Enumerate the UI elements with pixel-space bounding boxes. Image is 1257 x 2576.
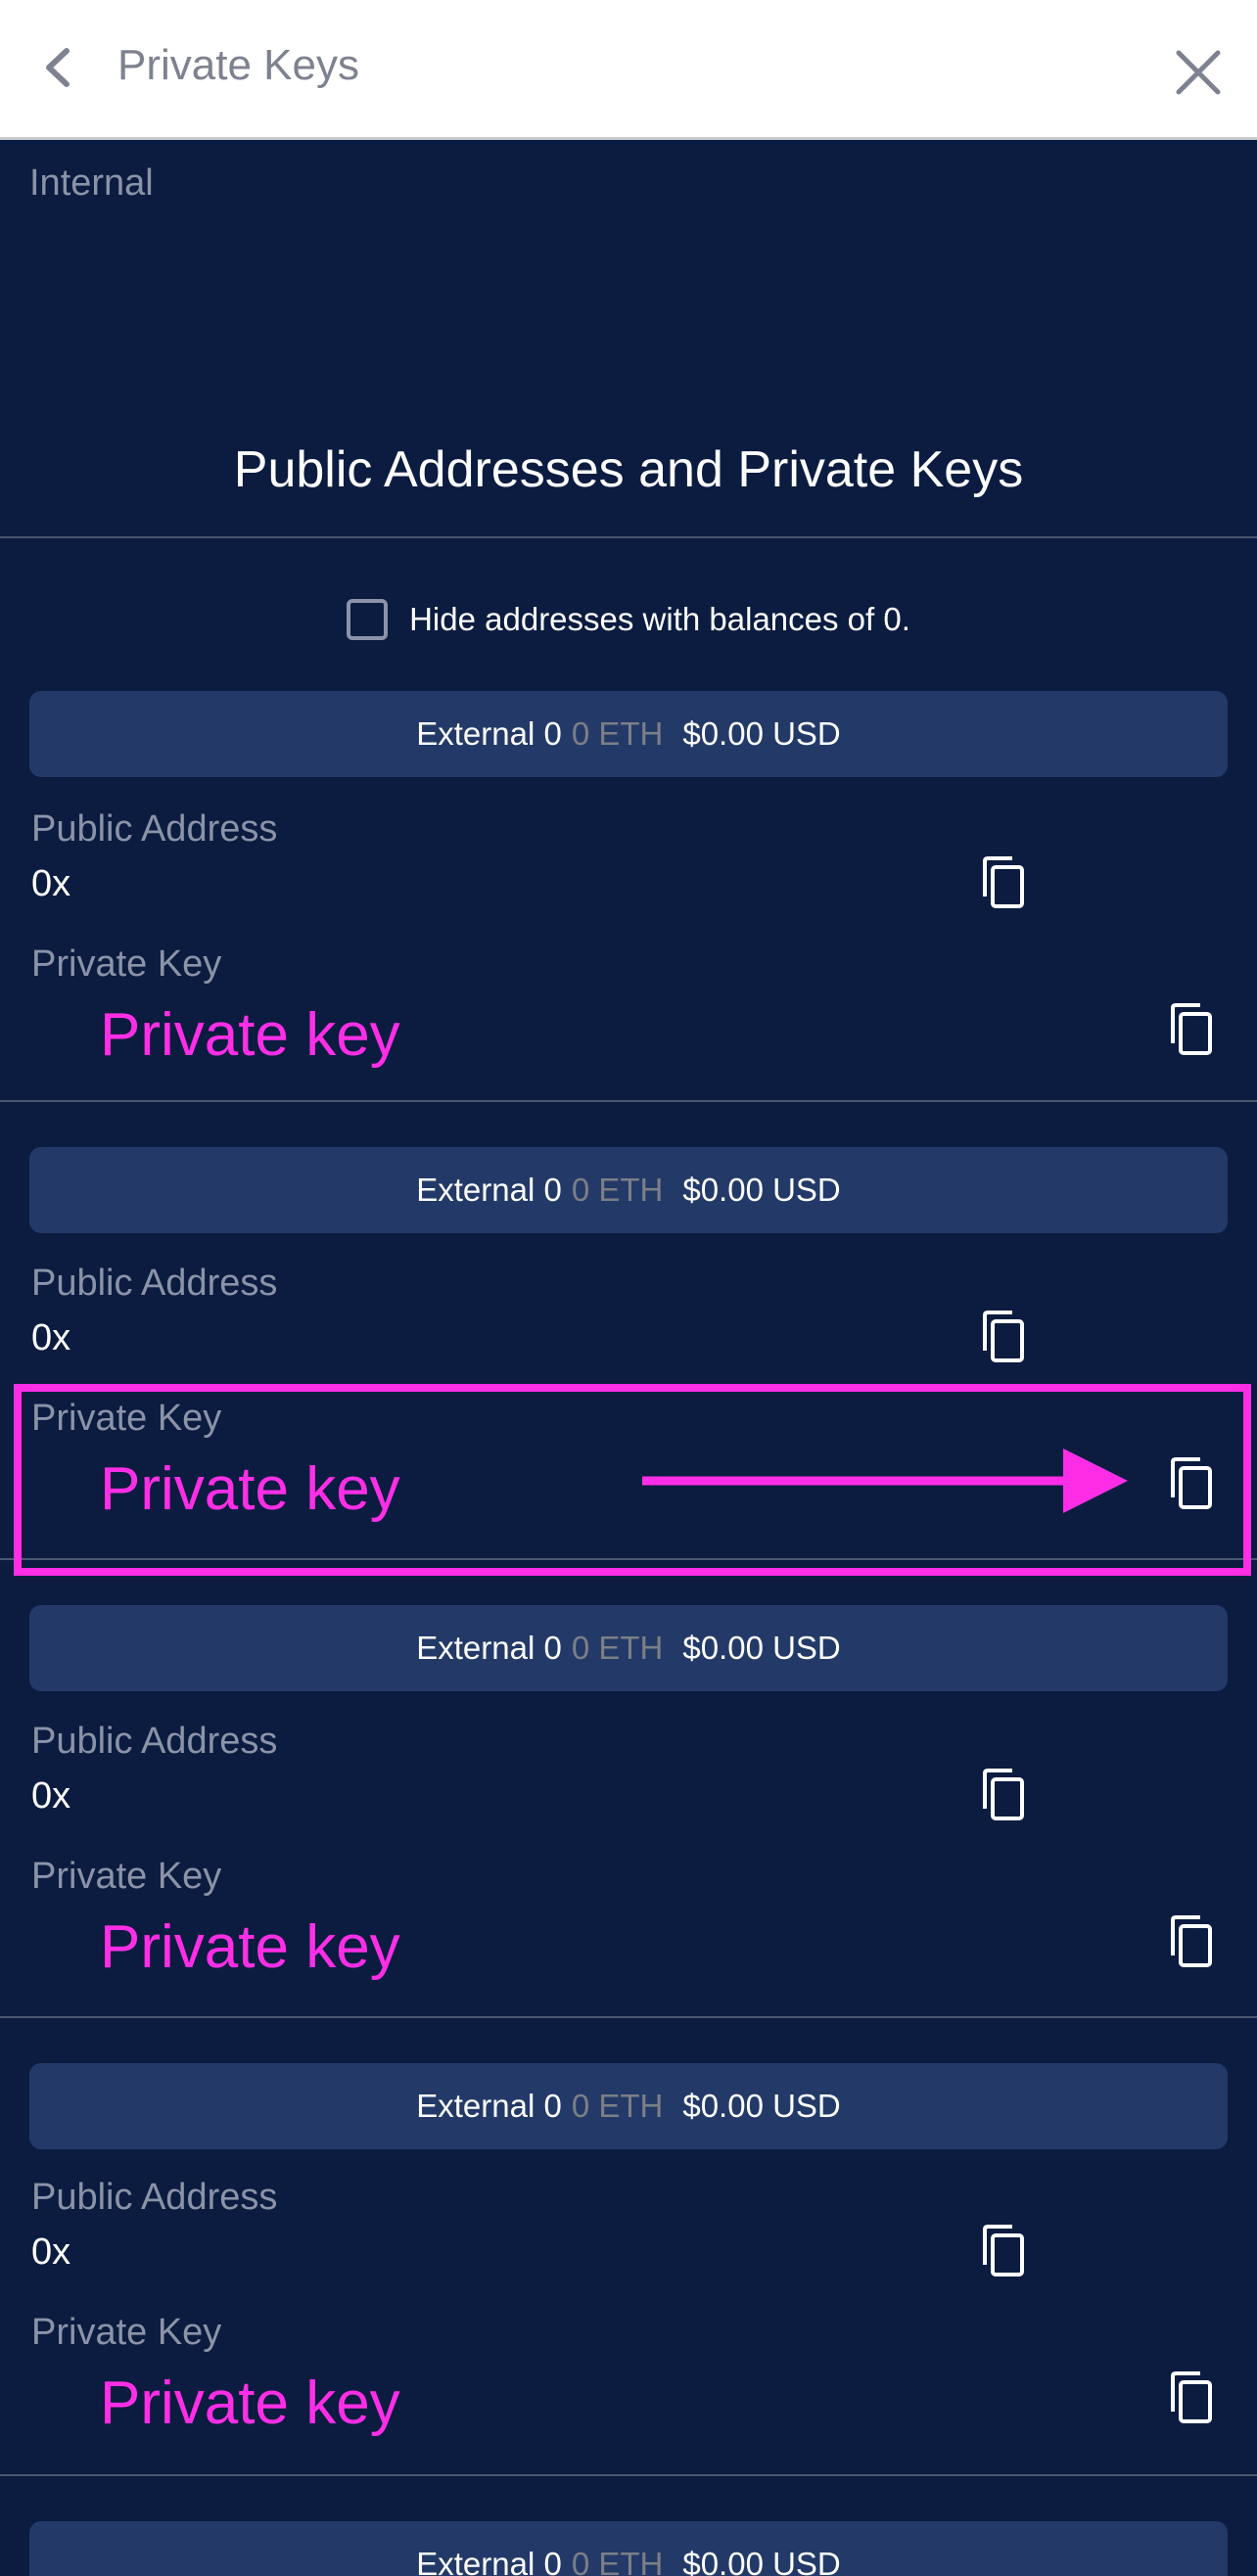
eth-balance: 0 ETH <box>571 1172 664 1208</box>
usd-balance: $0.00 USD <box>682 1630 841 1666</box>
usd-balance: $0.00 USD <box>682 715 841 752</box>
wallet-type-label: Internal <box>29 162 154 204</box>
private-key-label: Private Key <box>31 1856 222 1897</box>
account-name: External 0 <box>416 2546 562 2576</box>
copy-public-address-icon[interactable] <box>981 1768 1026 1822</box>
entry-divider <box>0 1100 1257 1102</box>
private-key-label: Private Key <box>31 943 222 985</box>
account-name: External 0 <box>416 2088 562 2124</box>
public-address-value: 0x <box>31 1317 71 1358</box>
copy-public-address-icon[interactable] <box>981 1310 1026 1364</box>
hide-zero-balance-row: Hide addresses with balances of 0. <box>0 599 1257 645</box>
usd-balance: $0.00 USD <box>682 2546 841 2576</box>
eth-balance: 0 ETH <box>571 2088 664 2124</box>
address-entry: External 0 0 ETH $0.00 USD Public Addres… <box>0 2063 1257 2504</box>
account-banner[interactable]: External 0 0 ETH $0.00 USD <box>29 2063 1228 2149</box>
public-address-label: Public Address <box>31 2177 278 2218</box>
address-entry: External 0 0 ETH $0.00 USD Public Addres… <box>0 691 1257 1131</box>
copy-private-key-icon[interactable] <box>1169 2370 1214 2425</box>
private-key-value: Private key <box>100 1001 400 1069</box>
account-name: External 0 <box>416 1630 562 1666</box>
chevron-left-icon[interactable] <box>35 43 80 92</box>
account-name: External 0 <box>416 715 562 752</box>
account-name: External 0 <box>416 1172 562 1208</box>
page-title: Private Keys <box>117 41 359 89</box>
eth-balance: 0 ETH <box>571 715 664 752</box>
copy-public-address-icon[interactable] <box>981 855 1026 910</box>
copy-private-key-icon[interactable] <box>1169 1002 1214 1057</box>
entry-divider <box>0 2016 1257 2018</box>
hide-zero-balance-checkbox[interactable] <box>347 599 389 640</box>
public-address-label: Public Address <box>31 808 278 850</box>
public-address-value: 0x <box>31 863 71 904</box>
account-banner[interactable]: External 0 0 ETH $0.00 USD <box>29 1147 1228 1233</box>
address-entry: External 0 0 ETH $0.00 USD <box>0 2521 1257 2576</box>
account-banner[interactable]: External 0 0 ETH $0.00 USD <box>29 691 1228 777</box>
eth-balance: 0 ETH <box>571 2546 664 2576</box>
eth-balance: 0 ETH <box>571 1630 664 1666</box>
section-title: Public Addresses and Private Keys <box>233 441 1024 498</box>
annotation-arrow-icon <box>642 1449 1128 1513</box>
section-divider <box>0 536 1257 538</box>
public-address-value: 0x <box>31 1775 71 1817</box>
address-entry: External 0 0 ETH $0.00 USD Public Addres… <box>0 1605 1257 2046</box>
account-banner[interactable]: External 0 0 ETH $0.00 USD <box>29 2521 1228 2576</box>
usd-balance: $0.00 USD <box>682 1172 841 1208</box>
public-address-label: Public Address <box>31 1721 278 1762</box>
account-banner[interactable]: External 0 0 ETH $0.00 USD <box>29 1605 1228 1691</box>
public-address-value: 0x <box>31 2231 71 2273</box>
private-key-value: Private key <box>100 2369 400 2437</box>
top-app-bar: Private Keys <box>0 0 1257 140</box>
public-address-label: Public Address <box>31 1263 278 1304</box>
copy-public-address-icon[interactable] <box>981 2224 1026 2278</box>
copy-private-key-icon[interactable] <box>1169 1914 1214 1969</box>
hide-zero-balance-label[interactable]: Hide addresses with balances of 0. <box>409 601 910 638</box>
close-icon[interactable] <box>1171 45 1226 100</box>
private-key-label: Private Key <box>31 2312 222 2353</box>
entry-divider <box>0 2474 1257 2476</box>
usd-balance: $0.00 USD <box>682 2088 841 2124</box>
private-key-value: Private key <box>100 1913 400 1981</box>
